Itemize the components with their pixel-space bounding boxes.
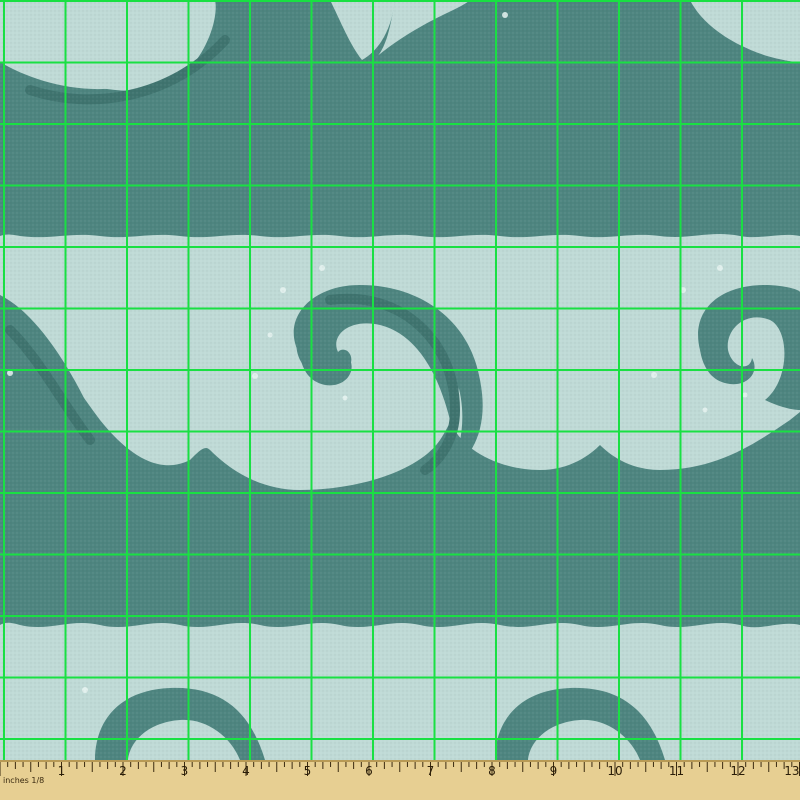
ruler-unit-label: inches 1/8 xyxy=(3,776,44,785)
ruler-number: 9 xyxy=(550,764,558,778)
wave-pattern xyxy=(0,0,800,760)
inch-ruler: inches 1/8 1 2 3 4 5 6 7 8 9 10 11 12 13 xyxy=(0,760,800,800)
ruler-number: 11 xyxy=(669,764,684,778)
ruler-number: 12 xyxy=(730,764,745,778)
ruler-number: 1 xyxy=(58,764,66,778)
ruler-number: 13 xyxy=(784,764,799,778)
ruler-number: 5 xyxy=(304,764,312,778)
ruler-number: 2 xyxy=(119,764,127,778)
ruler-edge xyxy=(0,760,800,762)
ruler-number: 8 xyxy=(488,764,496,778)
ruler-number: 7 xyxy=(427,764,435,778)
ruler-number: 4 xyxy=(242,764,250,778)
ruler-number: 3 xyxy=(181,764,189,778)
ruler-number: 10 xyxy=(607,764,622,778)
ruler-number: 6 xyxy=(365,764,373,778)
fabric-swatch: inches 1/8 1 2 3 4 5 6 7 8 9 10 11 12 13 xyxy=(0,0,800,800)
